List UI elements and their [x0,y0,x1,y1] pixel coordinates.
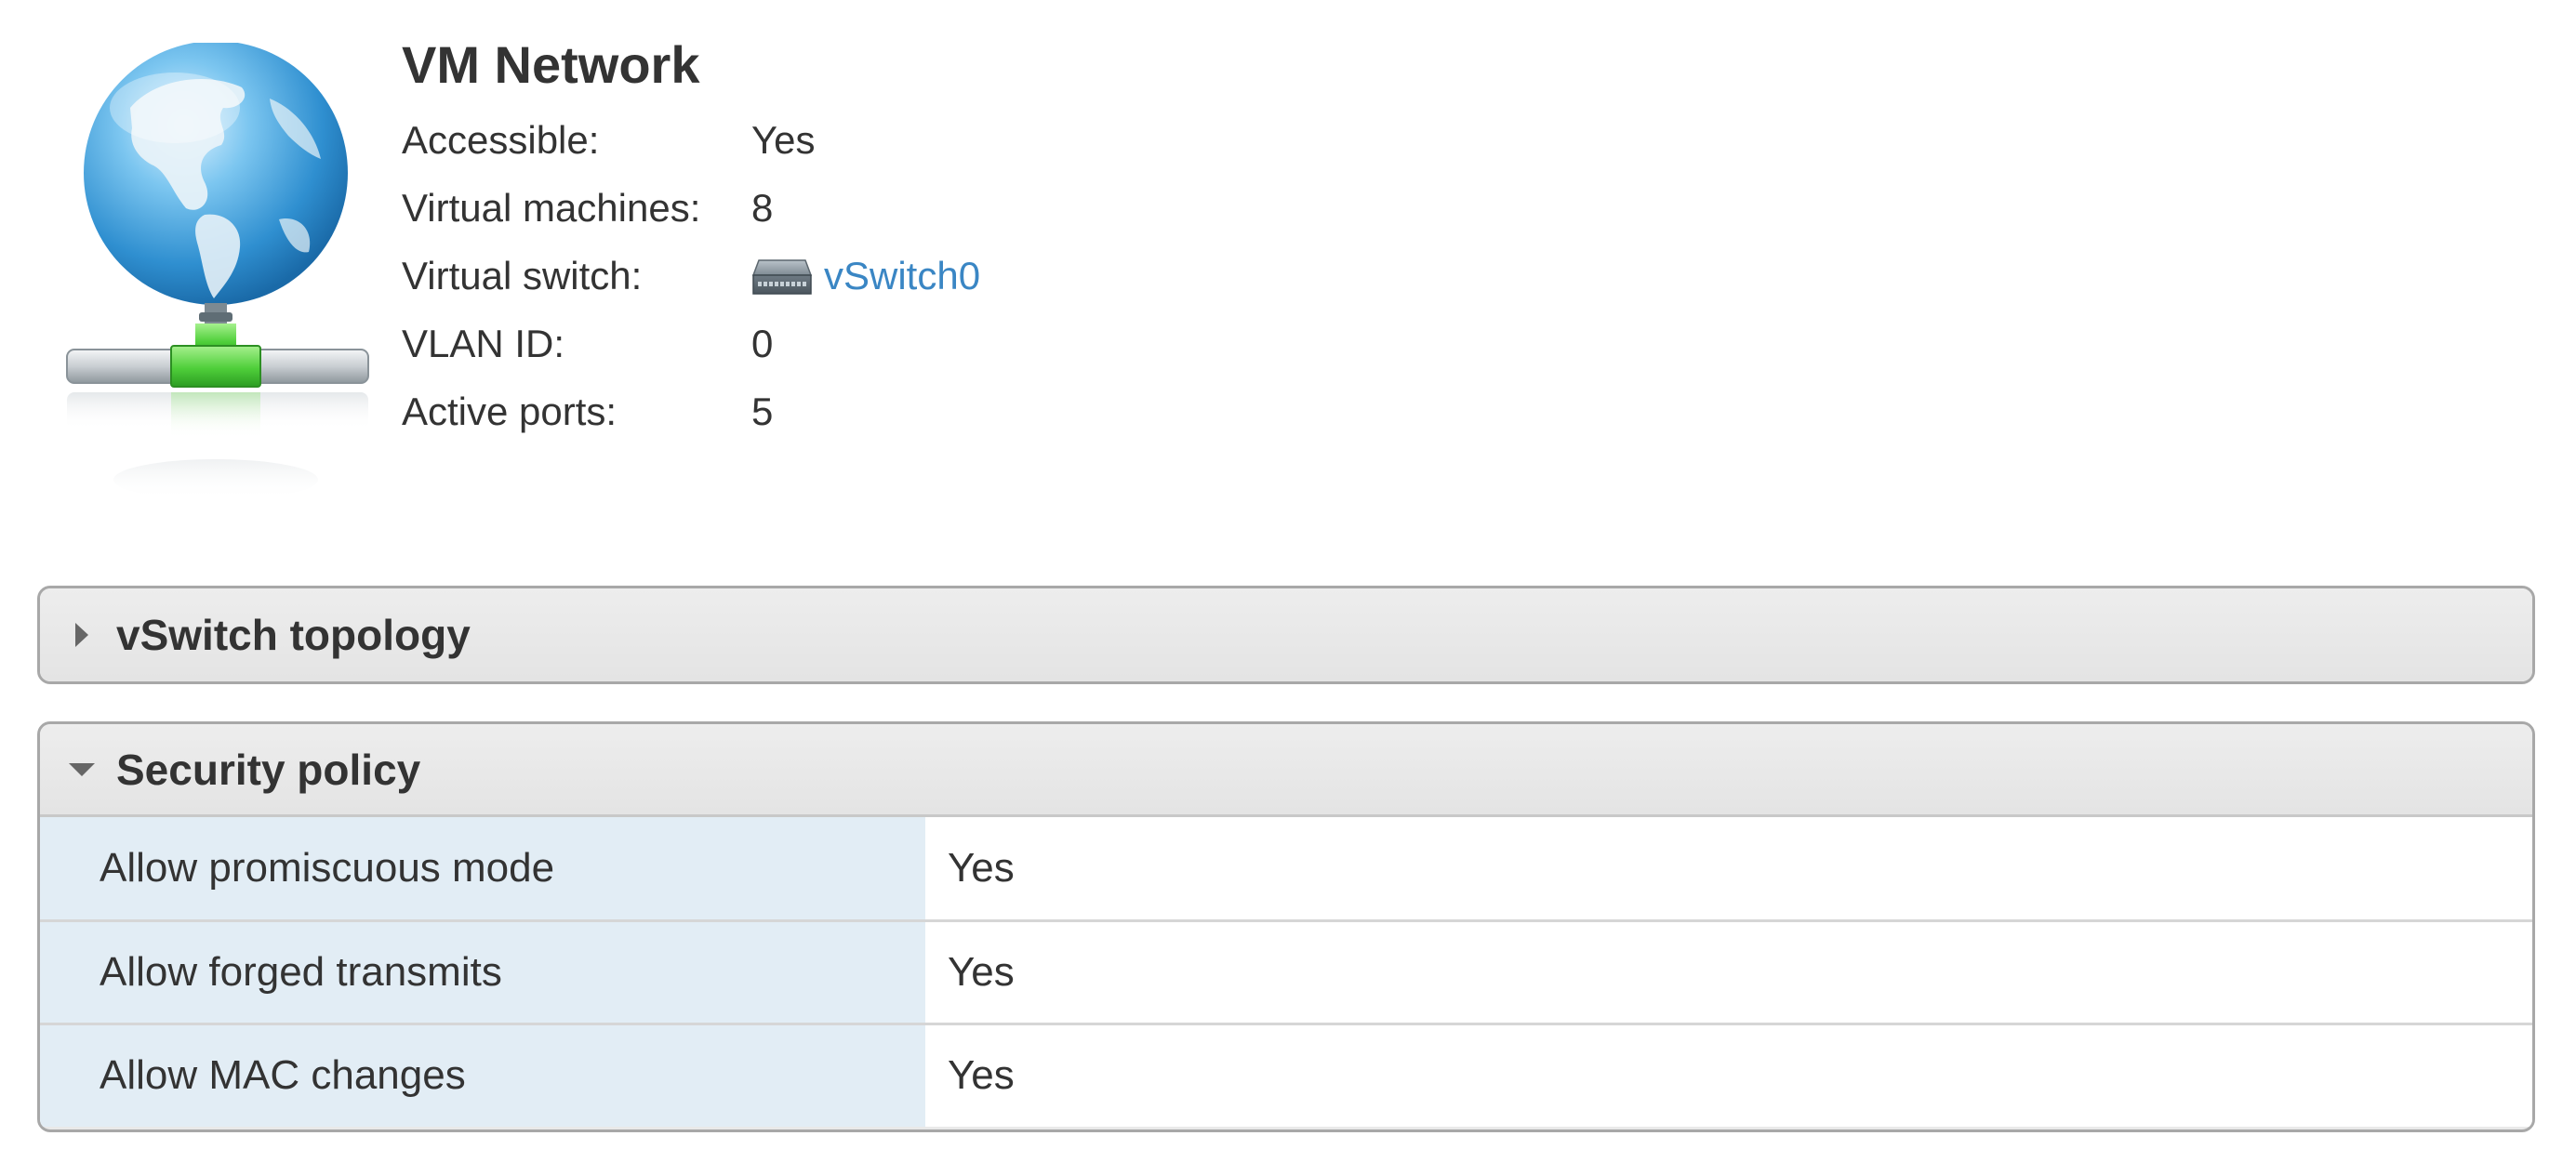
policy-value: Yes [925,1022,2532,1127]
vswitch-topology-panel: vSwitch topology [37,586,2535,684]
table-row: Allow promiscuous mode Yes [40,817,2532,920]
panel-title: vSwitch topology [116,611,471,659]
property-value: 0 [751,321,774,365]
table-row: Allow forged transmits Yes [40,918,2532,1024]
property-value: vSwitch0 [751,254,980,298]
vswitch-link[interactable]: vSwitch0 [751,254,980,298]
property-accessible: Accessible: Yes [402,106,980,174]
property-label: Accessible: [402,117,600,162]
property-virtual-switch: Virtual switch: vSwitch0 [402,242,980,310]
property-label: Active ports: [402,389,617,433]
property-label: VLAN ID: [402,321,565,365]
property-active-ports: Active ports: 5 [402,377,980,445]
vswitch-icon [751,258,813,295]
network-summary: VM Network Accessible: Yes Virtual machi… [0,0,2576,521]
vswitch-link-label: vSwitch0 [824,253,981,297]
security-policy-panel: Security policy Allow promiscuous mode Y… [37,721,2535,1132]
network-name: VM Network [402,35,700,94]
property-vlan-id: VLAN ID: 0 [402,310,980,377]
policy-name: Allow forged transmits [40,918,925,1024]
property-virtual-machines: Virtual machines: 8 [402,174,980,242]
chevron-right-icon [68,621,96,649]
vswitch-topology-header[interactable]: vSwitch topology [40,588,2532,681]
property-label: Virtual switch: [402,253,643,297]
policy-value: Yes [925,817,2532,920]
property-label: Virtual machines: [402,185,701,230]
panel-title: Security policy [116,745,421,794]
property-value: Yes [751,117,816,162]
policy-name: Allow promiscuous mode [40,817,925,920]
globe-network-icon [66,43,369,500]
security-policy-header[interactable]: Security policy [40,724,2532,817]
chevron-down-icon [68,756,96,784]
property-value: 8 [751,185,774,230]
policy-name: Allow MAC changes [40,1022,925,1127]
property-value: 5 [751,389,774,433]
security-policy-table: Allow promiscuous mode Yes Allow forged … [40,817,2532,1127]
table-row: Allow MAC changes Yes [40,1022,2532,1127]
network-properties: Accessible: Yes Virtual machines: 8 Virt… [402,106,980,445]
policy-value: Yes [925,918,2532,1024]
